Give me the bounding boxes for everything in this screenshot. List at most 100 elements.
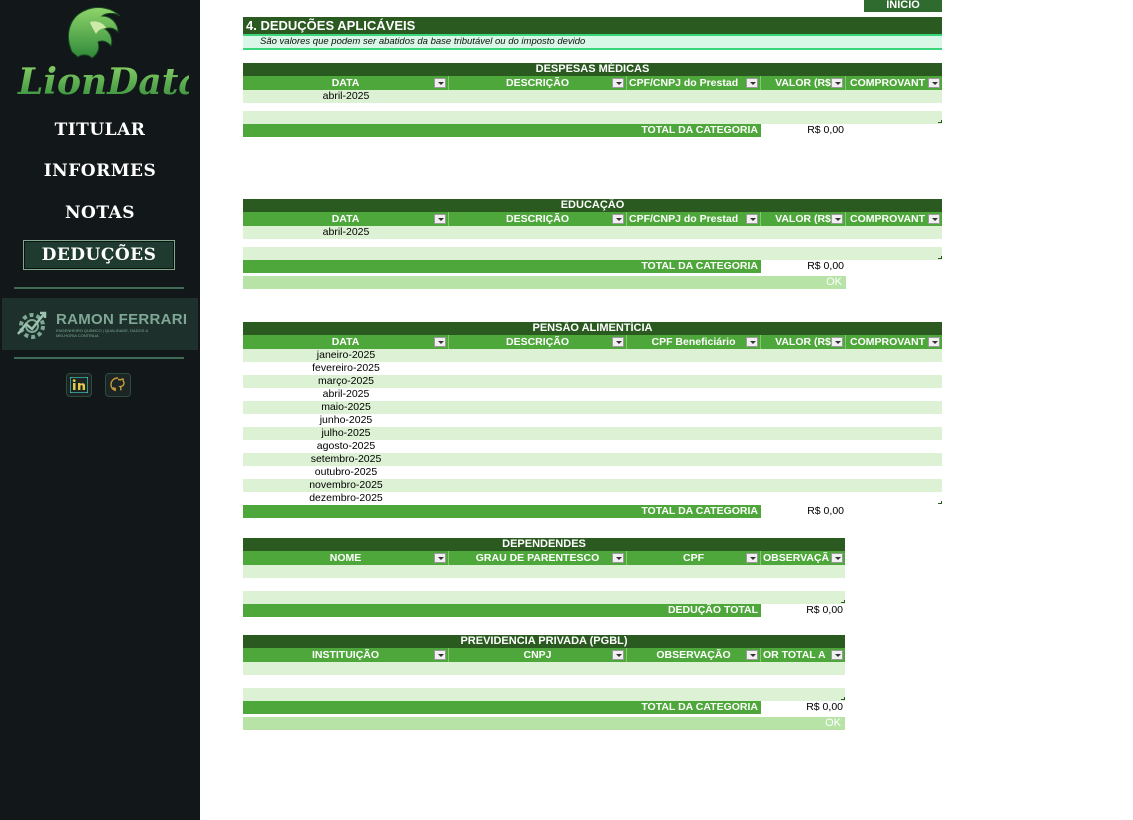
filter-dropdown-icon[interactable] bbox=[746, 650, 758, 660]
total-row: TOTAL DA CATEGORIA R$ 0,00 bbox=[243, 124, 942, 137]
github-icon[interactable] bbox=[105, 373, 131, 397]
col-cpf: CPF bbox=[627, 551, 761, 565]
filter-dropdown-icon[interactable] bbox=[746, 214, 758, 224]
filter-dropdown-icon[interactable] bbox=[831, 650, 843, 660]
gear-chart-icon bbox=[17, 311, 47, 339]
table-row[interactable] bbox=[243, 239, 942, 247]
table-row[interactable] bbox=[243, 662, 845, 675]
table-row[interactable]: outubro-2025 bbox=[243, 466, 942, 479]
filter-dropdown-icon[interactable] bbox=[831, 337, 843, 347]
row-date: dezembro-2025 bbox=[309, 492, 383, 504]
col-cpf-cnpj: CPF/CNPJ do Prestad bbox=[627, 76, 761, 90]
status-ok: OK bbox=[243, 276, 846, 289]
filter-dropdown-icon[interactable] bbox=[434, 78, 446, 88]
col-observacao: OBSERVAÇÃ bbox=[761, 551, 845, 565]
total-value: R$ 0,00 bbox=[761, 505, 846, 518]
table-row[interactable]: abril-2025 bbox=[243, 388, 942, 401]
filter-dropdown-icon[interactable] bbox=[612, 78, 624, 88]
row-date: agosto-2025 bbox=[316, 440, 376, 452]
filter-dropdown-icon[interactable] bbox=[612, 650, 624, 660]
table-header: NOME GRAU DE PARENTESCO CPF OBSERVAÇÃ bbox=[243, 551, 845, 565]
filter-dropdown-icon[interactable] bbox=[434, 214, 446, 224]
nav-informes[interactable]: INFORMES bbox=[0, 161, 200, 181]
total-value: R$ 0,00 bbox=[761, 604, 845, 617]
total-value: R$ 0,00 bbox=[761, 260, 846, 273]
liondata-logo: LionData bbox=[17, 7, 189, 103]
logo-text: LionData bbox=[17, 61, 189, 103]
col-comprovante: COMPROVANT bbox=[846, 212, 942, 226]
table-row[interactable]: março-2025 bbox=[243, 375, 942, 388]
filter-dropdown-icon[interactable] bbox=[928, 214, 940, 224]
table-header: INSTITUIÇÃO CNPJ OBSERVAÇÃO OR TOTAL A bbox=[243, 648, 845, 662]
inicio-button[interactable]: INÍCIO bbox=[864, 0, 942, 12]
table-row[interactable]: janeiro-2025 bbox=[243, 349, 942, 362]
col-descricao: DESCRIÇÃO bbox=[449, 76, 627, 90]
col-descricao: DESCRIÇÃO bbox=[449, 335, 627, 349]
table-row[interactable]: setembro-2025 bbox=[243, 453, 942, 466]
previdencia-privada-table: PREVIDENCIA PRIVADA (PGBL) INSTITUIÇÃO C… bbox=[243, 635, 845, 730]
sidebar: LionData TITULAR INFORMES NOTAS DEDUÇÕES… bbox=[0, 0, 200, 820]
table-title: PENSÃO ALIMENTÍCIA bbox=[243, 322, 942, 335]
total-label: TOTAL DA CATEGORIA bbox=[243, 505, 761, 518]
total-row: TOTAL DA CATEGORIA R$ 0,00 bbox=[243, 260, 942, 273]
pensao-alimenticia-table: PENSÃO ALIMENTÍCIA DATA DESCRIÇÃO CPF Be… bbox=[243, 322, 942, 518]
row-date bbox=[243, 111, 449, 124]
table-row[interactable]: fevereiro-2025 bbox=[243, 362, 942, 375]
col-cnpj: CNPJ bbox=[449, 648, 627, 662]
table-row[interactable] bbox=[243, 111, 942, 124]
table-row[interactable]: junho-2025 bbox=[243, 414, 942, 427]
filter-dropdown-icon[interactable] bbox=[612, 214, 624, 224]
table-row[interactable]: abril-2025 bbox=[243, 226, 942, 239]
table-row[interactable] bbox=[243, 591, 845, 604]
filter-dropdown-icon[interactable] bbox=[434, 553, 446, 563]
total-row: DEDUÇÃO TOTAL R$ 0,00 bbox=[243, 604, 845, 617]
filter-dropdown-icon[interactable] bbox=[831, 553, 843, 563]
filter-dropdown-icon[interactable] bbox=[434, 337, 446, 347]
nav-deducoes[interactable]: DEDUÇÕES bbox=[23, 240, 175, 270]
table-row[interactable]: agosto-2025 bbox=[243, 440, 942, 453]
table-row[interactable]: dezembro-2025 bbox=[243, 492, 942, 505]
section-subtitle: São valores que podem ser abatidos da ba… bbox=[243, 34, 942, 50]
filter-dropdown-icon[interactable] bbox=[746, 553, 758, 563]
table-row[interactable]: novembro-2025 bbox=[243, 479, 942, 492]
ramon-ferrari-banner[interactable]: RAMON FERRARI ENGENHEIRO QUÍMICO | QUALI… bbox=[2, 298, 198, 350]
table-header: DATA DESCRIÇÃO CPF/CNPJ do Prestad VALOR… bbox=[243, 76, 942, 90]
table-row[interactable]: maio-2025 bbox=[243, 401, 942, 414]
filter-dropdown-icon[interactable] bbox=[612, 553, 624, 563]
brand-name: RAMON FERRARI bbox=[56, 310, 188, 328]
despesas-medicas-table: DESPESAS MÉDICAS DATA DESCRIÇÃO CPF/CNPJ… bbox=[243, 63, 942, 137]
table-row[interactable]: julho-2025 bbox=[243, 427, 942, 440]
nav-notas[interactable]: NOTAS bbox=[0, 203, 200, 223]
table-title: DEPENDENDES bbox=[243, 538, 845, 551]
filter-dropdown-icon[interactable] bbox=[612, 337, 624, 347]
table-header: DATA DESCRIÇÃO CPF Beneficiário VALOR (R… bbox=[243, 335, 942, 349]
filter-dropdown-icon[interactable] bbox=[434, 650, 446, 660]
col-observacao: OBSERVAÇÃO bbox=[627, 648, 761, 662]
nav-titular[interactable]: TITULAR bbox=[0, 120, 200, 140]
table-row[interactable]: abril-2025 bbox=[243, 90, 942, 103]
filter-dropdown-icon[interactable] bbox=[831, 78, 843, 88]
row-date: julho-2025 bbox=[321, 427, 371, 439]
filter-dropdown-icon[interactable] bbox=[928, 78, 940, 88]
table-row[interactable] bbox=[243, 565, 845, 578]
row-date: março-2025 bbox=[317, 375, 375, 387]
table-row[interactable] bbox=[243, 247, 942, 260]
filter-dropdown-icon[interactable] bbox=[746, 337, 758, 347]
table-row[interactable] bbox=[243, 103, 942, 111]
row-date: outubro-2025 bbox=[314, 466, 378, 478]
linkedin-icon[interactable] bbox=[66, 373, 92, 397]
total-label: TOTAL DA CATEGORIA bbox=[243, 124, 761, 137]
col-data: DATA bbox=[243, 212, 449, 226]
filter-dropdown-icon[interactable] bbox=[746, 78, 758, 88]
row-date: setembro-2025 bbox=[310, 453, 382, 465]
filter-dropdown-icon[interactable] bbox=[928, 337, 940, 347]
table-row[interactable] bbox=[243, 675, 845, 688]
col-valor-total: OR TOTAL A bbox=[761, 648, 845, 662]
table-row[interactable] bbox=[243, 578, 845, 591]
filter-dropdown-icon[interactable] bbox=[831, 214, 843, 224]
status-ok: OK bbox=[243, 717, 845, 730]
col-valor: VALOR (R$ bbox=[761, 335, 846, 349]
sidebar-divider bbox=[14, 357, 184, 359]
table-row[interactable] bbox=[243, 688, 845, 701]
col-comprovante: COMPROVANT bbox=[846, 335, 942, 349]
